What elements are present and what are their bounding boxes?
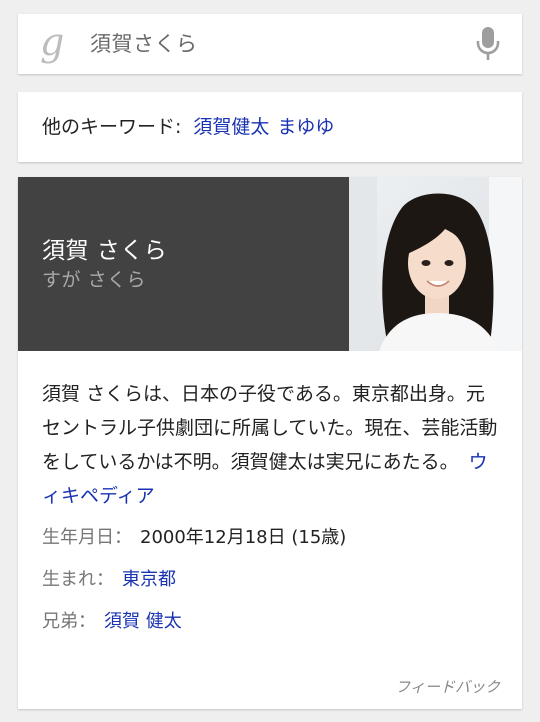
knowledge-panel: 須賀 さくら すが さくら 須賀 さくらは、日本の子役である。東京都出身。元セン… xyxy=(18,177,522,709)
search-bar[interactable]: g 須賀さくら xyxy=(18,14,522,74)
fact-birthplace-label: 生まれ： xyxy=(42,569,114,590)
related-keywords-row: 他のキーワード: 須賀健太 まゆゆ xyxy=(42,92,334,162)
description-text: 須賀 さくらは、日本の子役である。東京都出身。元セントラル子供劇団に所属していた… xyxy=(42,383,498,473)
search-input[interactable]: 須賀さくら xyxy=(90,14,198,74)
entity-reading: すが さくら xyxy=(42,269,147,291)
entity-name: 須賀 さくら xyxy=(42,238,168,264)
portrait-photo[interactable] xyxy=(349,177,522,351)
knowledge-header: 須賀 さくら すが さくら xyxy=(18,177,522,351)
fact-birthdate: 生年月日： 2000年12月18日 (15歳) xyxy=(42,523,346,549)
google-g-logo: g xyxy=(40,20,65,64)
fact-sibling-link[interactable]: 須賀 健太 xyxy=(104,611,182,632)
mic-icon[interactable] xyxy=(476,27,500,61)
related-keywords-card: 他のキーワード: 須賀健太 まゆゆ xyxy=(18,92,522,162)
entity-description: 須賀 さくらは、日本の子役である。東京都出身。元セントラル子供劇団に所属していた… xyxy=(42,377,502,513)
fact-birthplace-link[interactable]: 東京都 xyxy=(122,569,176,590)
fact-sibling-label: 兄弟： xyxy=(42,611,96,632)
fact-birthdate-value: 2000年12月18日 (15歳) xyxy=(140,527,347,548)
related-keywords-label: 他のキーワード: xyxy=(42,116,182,138)
fact-birthdate-label: 生年月日： xyxy=(42,527,132,548)
fact-sibling: 兄弟： 須賀 健太 xyxy=(42,607,182,633)
keyword-link-suga-kenta[interactable]: 須賀健太 xyxy=(193,116,269,138)
fact-birthplace: 生まれ： 東京都 xyxy=(42,565,176,591)
feedback-link[interactable]: フィードバック xyxy=(395,676,500,697)
keyword-link-mayuyu[interactable]: まゆゆ xyxy=(277,116,334,138)
